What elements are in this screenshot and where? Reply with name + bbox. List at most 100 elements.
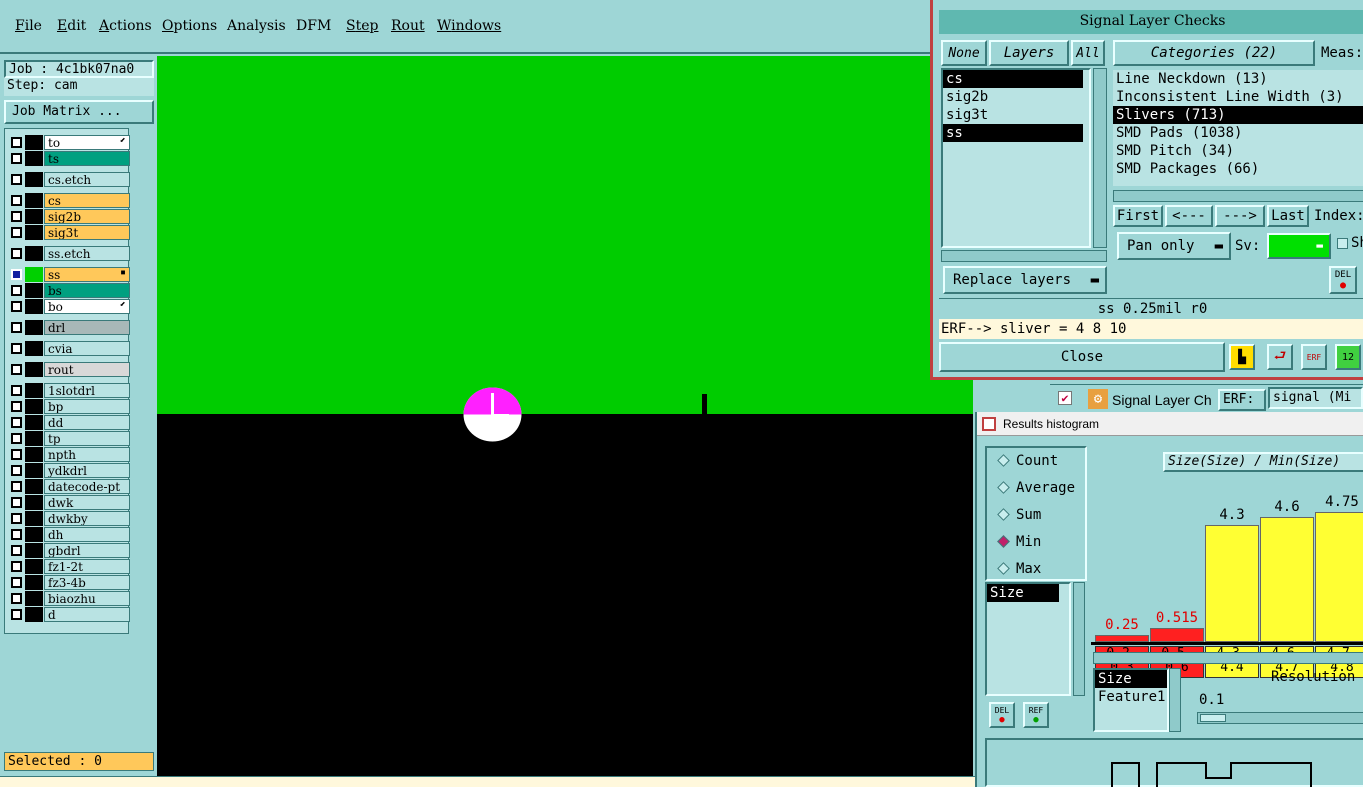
layer-checkbox[interactable]	[11, 465, 22, 476]
layer-checkbox[interactable]	[11, 513, 22, 524]
next-button[interactable]: --->	[1215, 205, 1265, 227]
layer-row-ts[interactable]: ts	[7, 151, 130, 166]
layer-checkbox[interactable]	[11, 401, 22, 412]
layer-color-swatch[interactable]	[25, 320, 43, 335]
layer-row-drl[interactable]: drl	[7, 320, 130, 335]
layer-name[interactable]: ts	[44, 151, 130, 166]
layer-color-swatch[interactable]	[25, 399, 43, 414]
category-item[interactable]: SMD Pads (1038)	[1113, 124, 1363, 142]
layer-color-swatch[interactable]	[25, 607, 43, 622]
layer-row-1slotdrl[interactable]: 1slotdrl	[7, 383, 130, 398]
layers-button[interactable]: Layers	[989, 40, 1069, 66]
layer-name[interactable]: npth	[44, 447, 130, 462]
layer-select-item[interactable]: sig2b	[943, 88, 1083, 106]
layer-select-item[interactable]: cs	[943, 70, 1083, 88]
layer-checkbox[interactable]	[11, 529, 22, 540]
layer-checkbox[interactable]	[11, 322, 22, 333]
layer-color-swatch[interactable]	[25, 463, 43, 478]
histogram-bar[interactable]	[1095, 635, 1149, 642]
layer-row-biaozhu[interactable]: biaozhu	[7, 591, 130, 606]
layer-row-ydkdrl[interactable]: ydkdrl	[7, 463, 130, 478]
first-button[interactable]: First	[1113, 205, 1163, 227]
layer-color-swatch[interactable]	[25, 543, 43, 558]
field-list-1-item[interactable]: Size	[987, 584, 1059, 602]
measure-icon[interactable]: ▙	[1229, 344, 1255, 370]
field-list-2-item[interactable]: Feature1	[1095, 688, 1167, 706]
layer-name[interactable]: tp	[44, 431, 130, 446]
command-line-strip[interactable]	[0, 776, 975, 787]
layer-row-ss.etch[interactable]: ss.etch	[7, 246, 130, 261]
layer-row-ss[interactable]: ss ▪	[7, 267, 130, 282]
category-item[interactable]: Inconsistent Line Width (3)	[1113, 88, 1363, 106]
layer-checkbox[interactable]	[11, 561, 22, 572]
layer-name[interactable]: rout	[44, 362, 130, 377]
layer-checkbox[interactable]	[11, 195, 22, 206]
layer-row-rout[interactable]: rout	[7, 362, 130, 377]
layer-color-swatch[interactable]	[25, 495, 43, 510]
layer-name[interactable]: dwk	[44, 495, 130, 510]
layer-checkbox[interactable]	[11, 174, 22, 185]
layer-name[interactable]: cvia	[44, 341, 130, 356]
layer-name[interactable]: fz1-2t	[44, 559, 130, 574]
layer-row-cs[interactable]: cs	[7, 193, 130, 208]
layer-row-tp[interactable]: tp	[7, 431, 130, 446]
layer-name[interactable]: cs	[44, 193, 130, 208]
histogram-bar[interactable]	[1315, 512, 1363, 642]
layer-row-d[interactable]: d	[7, 607, 130, 622]
histogram-bar[interactable]	[1205, 524, 1259, 642]
layer-checkbox[interactable]	[11, 269, 22, 280]
layer-color-swatch[interactable]	[25, 225, 43, 240]
layer-row-to[interactable]: to ⬋	[7, 135, 130, 150]
layer-checkbox[interactable]	[11, 364, 22, 375]
prev-button[interactable]: <---	[1165, 205, 1213, 227]
menu-options[interactable]: Options	[162, 18, 217, 34]
layer-checkbox[interactable]	[11, 497, 22, 508]
layer-checkbox[interactable]	[11, 301, 22, 312]
categories-button[interactable]: Categories (22)	[1113, 40, 1315, 66]
category-item[interactable]: Slivers (713)	[1113, 106, 1363, 124]
layer-name[interactable]: sig3t	[44, 225, 130, 240]
layer-checkbox[interactable]	[11, 417, 22, 428]
pan-mode-dropdown[interactable]: Pan only ▬	[1117, 232, 1231, 260]
layer-name[interactable]: biaozhu	[44, 591, 130, 606]
none-button[interactable]: None	[941, 40, 987, 66]
layer-checkbox[interactable]	[11, 593, 22, 604]
layer-color-swatch[interactable]	[25, 362, 43, 377]
menu-dfm[interactable]: DFM	[296, 18, 331, 34]
num-icon[interactable]: 12	[1335, 344, 1361, 370]
layer-name[interactable]: drl	[44, 320, 130, 335]
mode-radio-min[interactable]: Min	[995, 531, 1041, 553]
layer-name[interactable]: sig2b	[44, 209, 130, 224]
job-matrix-button[interactable]: Job Matrix ...	[4, 100, 154, 124]
resolution-slider[interactable]	[1197, 712, 1363, 724]
layer-row-dd[interactable]: dd	[7, 415, 130, 430]
layer-color-swatch[interactable]	[25, 209, 43, 224]
layer-color-swatch[interactable]	[25, 283, 43, 298]
menu-file[interactable]: File	[15, 18, 42, 34]
layer-checkbox[interactable]	[11, 481, 22, 492]
field-list-2-item[interactable]: Size	[1095, 670, 1167, 688]
layer-color-swatch[interactable]	[25, 591, 43, 606]
layer-color-swatch[interactable]	[25, 431, 43, 446]
layer-name[interactable]: to	[44, 135, 130, 150]
layer-name[interactable]: fz3-4b	[44, 575, 130, 590]
all-button[interactable]: All	[1071, 40, 1105, 66]
last-button[interactable]: Last	[1267, 205, 1309, 227]
layer-select-hscroll[interactable]	[941, 250, 1107, 262]
layer-name[interactable]: d	[44, 607, 130, 622]
layer-name[interactable]: ss.etch	[44, 246, 130, 261]
erf-icon[interactable]: ERF	[1301, 344, 1327, 370]
field-list-2[interactable]: Size Feature1	[1093, 668, 1169, 732]
layer-row-cs.etch[interactable]: cs.etch	[7, 172, 130, 187]
field-list-1-scrollbar[interactable]	[1073, 582, 1085, 696]
layer-name[interactable]: bs	[44, 283, 130, 298]
layer-name[interactable]: cs.etch	[44, 172, 130, 187]
layer-checkbox[interactable]	[11, 227, 22, 238]
delete-result-button[interactable]: DEL ●	[1329, 266, 1357, 294]
layer-color-swatch[interactable]	[25, 267, 43, 282]
layer-row-npth[interactable]: npth	[7, 447, 130, 462]
show-checkbox[interactable]	[1337, 238, 1348, 249]
layer-row-cvia[interactable]: cvia	[7, 341, 130, 356]
layer-name[interactable]: gbdrl	[44, 543, 130, 558]
layer-row-fz1-2t[interactable]: fz1-2t	[7, 559, 130, 574]
